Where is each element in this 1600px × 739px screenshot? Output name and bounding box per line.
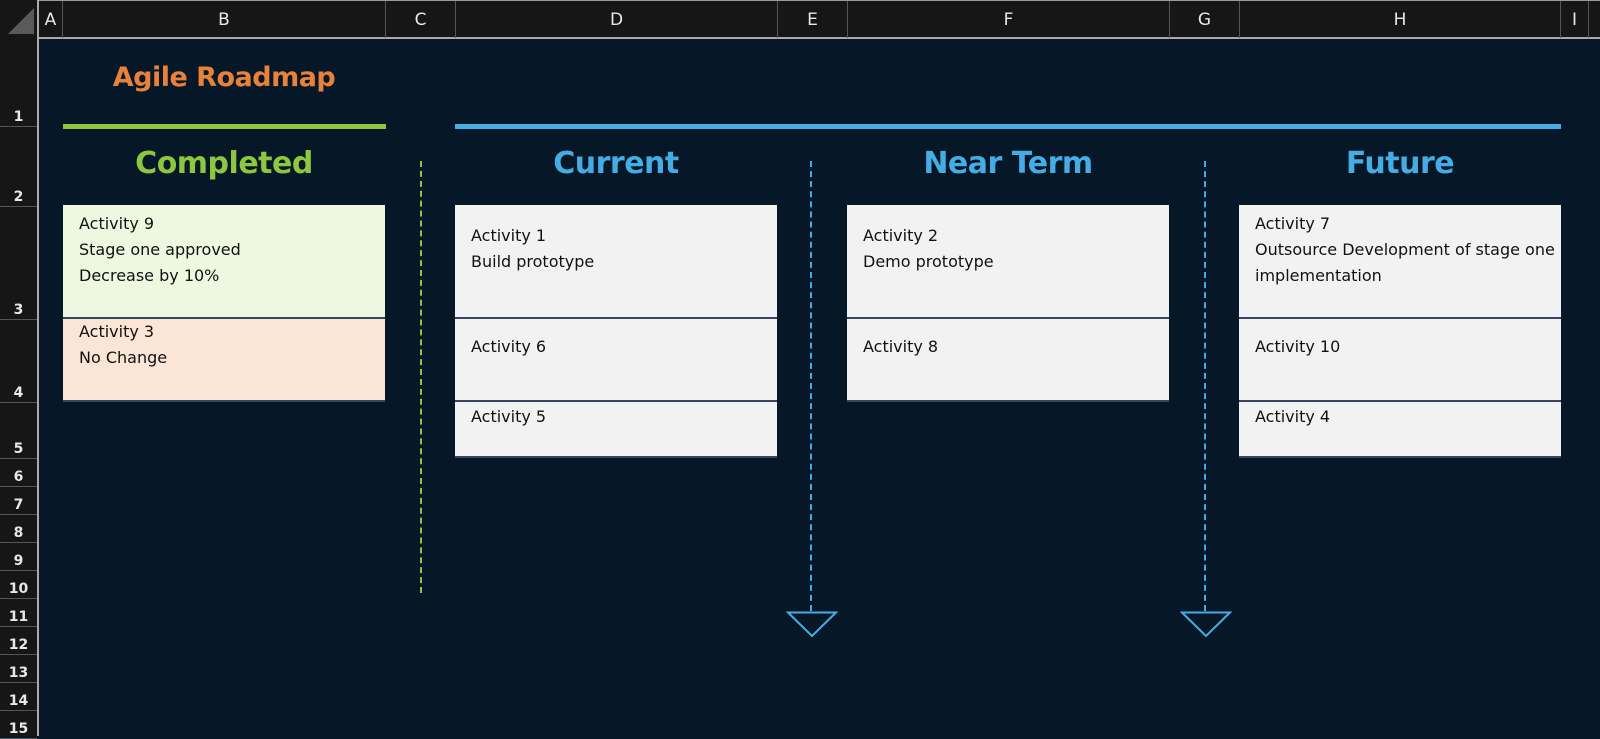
card-detail: implementation: [1255, 266, 1382, 285]
roadmap-title: Agile Roadmap: [112, 62, 336, 93]
card-activity-6[interactable]: Activity 6: [455, 319, 777, 402]
card-title: Activity 2: [863, 226, 939, 245]
card-activity-1[interactable]: Activity 1 Build prototype: [455, 205, 777, 319]
row-header-4[interactable]: 4: [0, 320, 37, 403]
completed-separator-dashed-line: [420, 161, 422, 593]
card-title: Activity 9: [79, 214, 155, 233]
heading-near-term: Near Term: [923, 146, 1093, 181]
row-header-5[interactable]: 5: [0, 403, 37, 459]
card-activity-5[interactable]: Activity 5: [455, 402, 777, 458]
column-header-bar: A B C D E F G H I: [0, 0, 1600, 39]
row-header-1[interactable]: 1: [0, 39, 37, 127]
current-down-arrow-icon: [786, 611, 838, 638]
card-activity-7[interactable]: Activity 7 Outsource Development of stag…: [1239, 205, 1561, 319]
row-header-2[interactable]: 2: [0, 127, 37, 207]
column-header-b[interactable]: B: [63, 1, 386, 38]
column-header-g[interactable]: G: [1170, 1, 1240, 38]
current-separator-dashed-line: [810, 161, 812, 611]
card-detail: Outsource Development of stage one: [1255, 240, 1555, 259]
heading-completed: Completed: [135, 146, 313, 181]
near-term-down-arrow-icon: [1180, 611, 1232, 638]
row-header-14[interactable]: 14: [0, 683, 37, 711]
card-activity-2[interactable]: Activity 2 Demo prototype: [847, 205, 1169, 319]
column-header-a[interactable]: A: [39, 1, 63, 38]
select-all-triangle-icon: [8, 8, 34, 34]
row-header-15[interactable]: 15: [0, 711, 37, 739]
row-header-13[interactable]: 13: [0, 655, 37, 683]
heading-future: Future: [1345, 146, 1455, 181]
row-header-8[interactable]: 8: [0, 515, 37, 543]
card-activity-9[interactable]: Activity 9 Stage one approved Decrease b…: [63, 205, 385, 319]
card-title: Activity 1: [471, 226, 547, 245]
card-title: Activity 5: [471, 407, 547, 426]
card-title: Activity 6: [471, 337, 547, 356]
row-header-6[interactable]: 6: [0, 459, 37, 487]
select-all-button[interactable]: [0, 0, 39, 39]
card-detail: Stage one approved: [79, 240, 241, 259]
card-title: Activity 10: [1255, 337, 1341, 356]
column-header-e[interactable]: E: [778, 1, 848, 38]
column-header-i[interactable]: I: [1561, 1, 1589, 38]
card-activity-8[interactable]: Activity 8: [847, 319, 1169, 402]
card-title: Activity 7: [1255, 214, 1331, 233]
column-header-h[interactable]: H: [1240, 1, 1561, 38]
card-activity-10[interactable]: Activity 10: [1239, 319, 1561, 402]
card-detail: Build prototype: [471, 252, 595, 271]
row-header-11[interactable]: 11: [0, 599, 37, 627]
heading-current: Current: [553, 146, 679, 181]
row-header-9[interactable]: 9: [0, 543, 37, 571]
column-header-c[interactable]: C: [386, 1, 456, 38]
card-activity-4[interactable]: Activity 4: [1239, 402, 1561, 458]
card-title: Activity 8: [863, 337, 939, 356]
column-header-f[interactable]: F: [848, 1, 1170, 38]
card-detail: No Change: [79, 348, 168, 367]
row-header-12[interactable]: 12: [0, 627, 37, 655]
card-title: Activity 4: [1255, 407, 1331, 426]
completed-divider-line: [63, 124, 386, 129]
row-header-10[interactable]: 10: [0, 571, 37, 599]
card-title: Activity 3: [79, 322, 155, 341]
near-term-separator-dashed-line: [1204, 161, 1206, 611]
row-header-3[interactable]: 3: [0, 207, 37, 320]
column-header-d[interactable]: D: [456, 1, 778, 38]
card-detail: Decrease by 10%: [79, 266, 220, 285]
card-activity-3[interactable]: Activity 3 No Change: [63, 319, 385, 402]
row-header-7[interactable]: 7: [0, 487, 37, 515]
active-divider-line: [455, 124, 1561, 129]
row-header-bar: 1 2 3 4 5 6 7 8 9 10 11 12 13 14 15: [0, 39, 39, 739]
card-detail: Demo prototype: [863, 252, 994, 271]
